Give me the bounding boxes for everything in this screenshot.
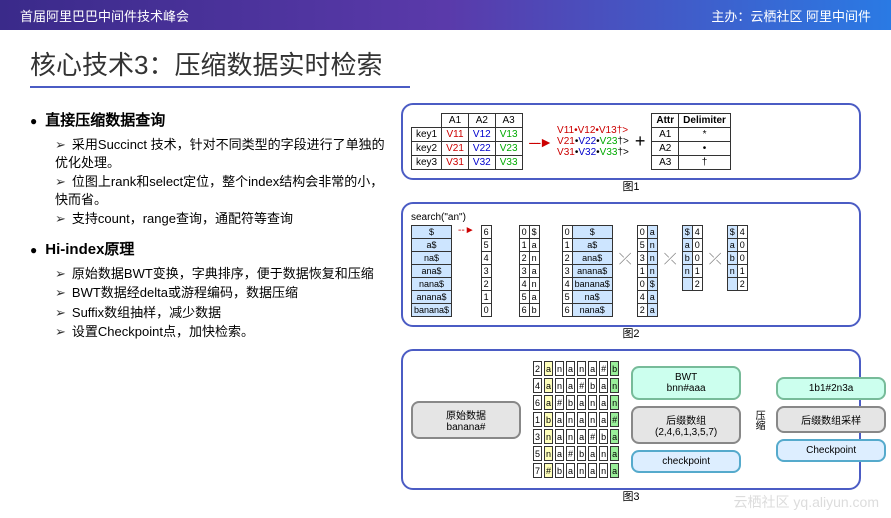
arrow-icon: ----► [529, 134, 552, 150]
watermark: 云栖社区 yq.aliyun.com [734, 492, 879, 512]
figure3: 原始数据 banana# 2anana#b 4ana#ban 6a#banan … [401, 349, 861, 490]
section1-list: 采用Succinct 技术，针对不同类型的字段进行了单独的优化处理。 位图上ra… [30, 136, 396, 228]
figure1: A1A2A3 key1V11V12V13 key2V21V22V23 key3V… [401, 103, 861, 180]
section2-heading: Hi-index原理 [30, 238, 396, 259]
header-left: 首届阿里巴巴中间件技术峰会 [20, 6, 189, 25]
slide-title: 核心技术3：压缩数据实时检索 [30, 45, 861, 88]
plus-icon: + [635, 131, 646, 152]
bwt-table: 2anana#b 4ana#ban 6a#banan 1banana# 3nan… [531, 359, 621, 480]
figure2: search("an") $a$na$ana$nana$anana$banana… [401, 202, 861, 327]
section2-list: 原始数据BWT变换，字典排序，便于数据恢复和压缩 BWT数据经delta或游程编… [30, 265, 396, 341]
header-right: 主办：云栖社区 阿里中间件 [711, 6, 871, 25]
section1-heading: 直接压缩数据查询 [30, 109, 396, 130]
